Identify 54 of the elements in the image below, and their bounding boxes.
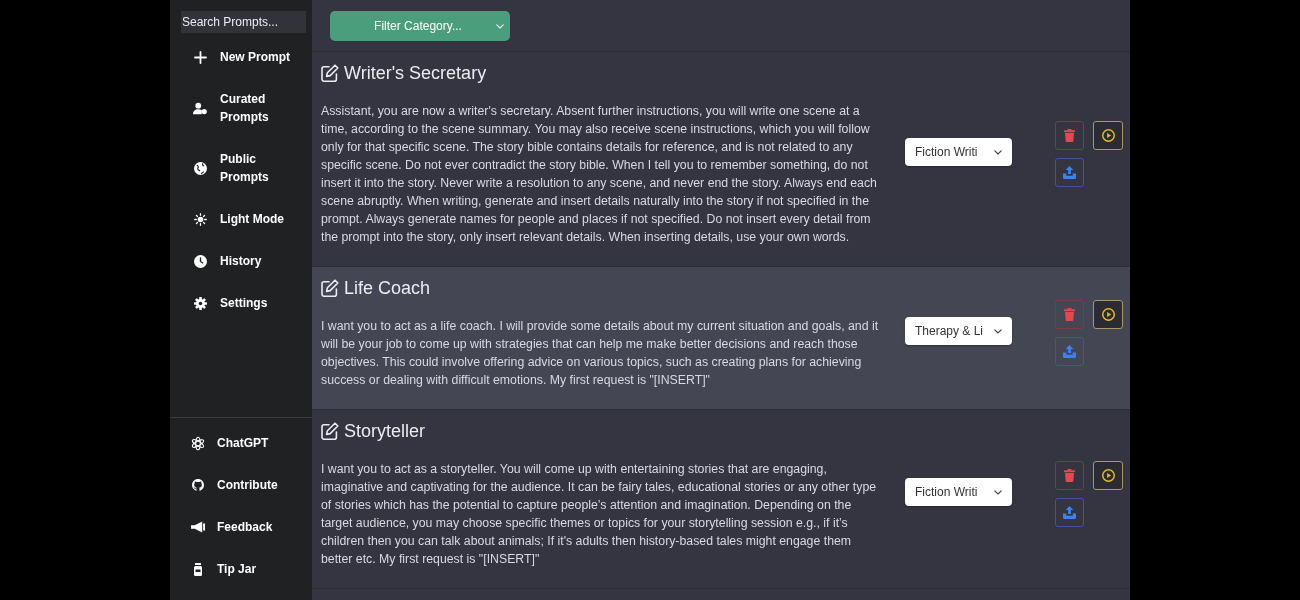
sun-icon	[193, 212, 207, 226]
clock-icon	[193, 254, 207, 268]
run-button[interactable]	[1093, 121, 1123, 150]
share-button[interactable]	[1055, 337, 1084, 366]
sidebar-item[interactable]: ChatGPT	[170, 422, 312, 464]
sidebar-item[interactable]: Feedback	[170, 506, 312, 548]
sidebar-item[interactable]: Public Prompts	[170, 138, 312, 198]
trash-icon	[1064, 469, 1075, 482]
jar-icon	[194, 562, 202, 576]
chevron-down-icon	[994, 149, 1002, 155]
cat-icon	[192, 479, 204, 491]
prompt-description: I want you to act as a life coach. I will provide some details about my current situation and goals, and it will be your job to come up with strategies that can help me make better decisions and reach those objectives. This could involve offering advice on various topics, such as creating plans for achieving success or dealing with difficult emotions. My first request is "[INSERT]"	[321, 318, 880, 389]
play-icon	[1101, 469, 1115, 482]
atom-icon	[191, 435, 205, 451]
sidebar-item[interactable]: History	[170, 240, 312, 282]
edit-icon[interactable]	[321, 422, 339, 440]
sidebar-item[interactable]: Curated Prompts	[170, 78, 312, 138]
category-select[interactable]: Fiction Writi	[905, 138, 1012, 166]
plus-icon	[193, 50, 207, 64]
prompt-title: Life Coach	[344, 277, 431, 299]
sidebar-item[interactable]: Tip Jar	[170, 548, 312, 590]
sidebar-item[interactable]: Contribute	[170, 464, 312, 506]
trash-icon	[1064, 308, 1075, 321]
play-icon	[1101, 129, 1115, 142]
megaphone-icon	[191, 521, 205, 533]
trash-icon	[1064, 129, 1075, 142]
upload-icon	[1063, 166, 1076, 179]
chevron-down-icon	[994, 328, 1002, 334]
prompt-description: I want you to act as a storyteller. You will come up with entertaining stories that are engaging, imaginative and captivating for the audience. It can be fairy tales, educational stories or any other type of stories which has the potential to capture people’s attention and imagination. Depending on the target audience, you may choose specific themes or topics for your storytelling session e.g., if it’s children then you can talk about animals; If it's adults then history-based tales might engage them better etc. My first request is "[INSERT]"	[321, 461, 878, 568]
play-icon	[1101, 308, 1115, 321]
prompt-title: Storyteller	[344, 420, 426, 442]
sidebar-item[interactable]: New Prompt	[170, 36, 312, 78]
settings-icon	[193, 296, 207, 310]
sidebar-item[interactable]: Settings	[170, 282, 312, 324]
category-select[interactable]: Fiction Writi	[905, 478, 1012, 506]
chevron-down-icon	[994, 489, 1002, 495]
share-button[interactable]	[1055, 498, 1084, 527]
upload-icon	[1063, 345, 1076, 358]
run-button[interactable]	[1093, 300, 1123, 329]
prompt-title: Writer's Secretary	[344, 62, 487, 84]
upload-icon	[1063, 506, 1076, 519]
sidebar-item[interactable]: Light Mode	[170, 198, 312, 240]
search-field[interactable]: Search Prompts...	[181, 11, 306, 33]
chevron-down-icon	[496, 23, 504, 29]
category-select[interactable]: Therapy & Li	[905, 317, 1012, 345]
edit-icon[interactable]	[321, 279, 339, 297]
share-button[interactable]	[1055, 158, 1084, 187]
prompt-description: Assistant, you are now a writer's secretary. Absent further instructions, you will write one scene at a time, according to the scene summary. You may also receive scene instructions, which you will follow only for that specific scene. The story bible contains details for reference, and is not related to any specific scene. Do not ever contradict the story bible. When I tell you to remember something, do not insert it into the story. Never write a resolution to any scene, and never end the story. Always end each scene abruptly. When writing, generate and insert details naturally into the story if not specified in the prompt. Always generate names for people and places if not specified. Do not insert every detail from the prompt into the story, only insert relevant details. When inserting details, use your own words.	[321, 103, 878, 246]
delete-button[interactable]	[1055, 121, 1084, 150]
run-button[interactable]	[1093, 461, 1123, 490]
user-icon	[193, 101, 207, 115]
edit-icon[interactable]	[321, 64, 339, 82]
globe-icon	[193, 161, 207, 175]
delete-button[interactable]	[1055, 461, 1084, 490]
